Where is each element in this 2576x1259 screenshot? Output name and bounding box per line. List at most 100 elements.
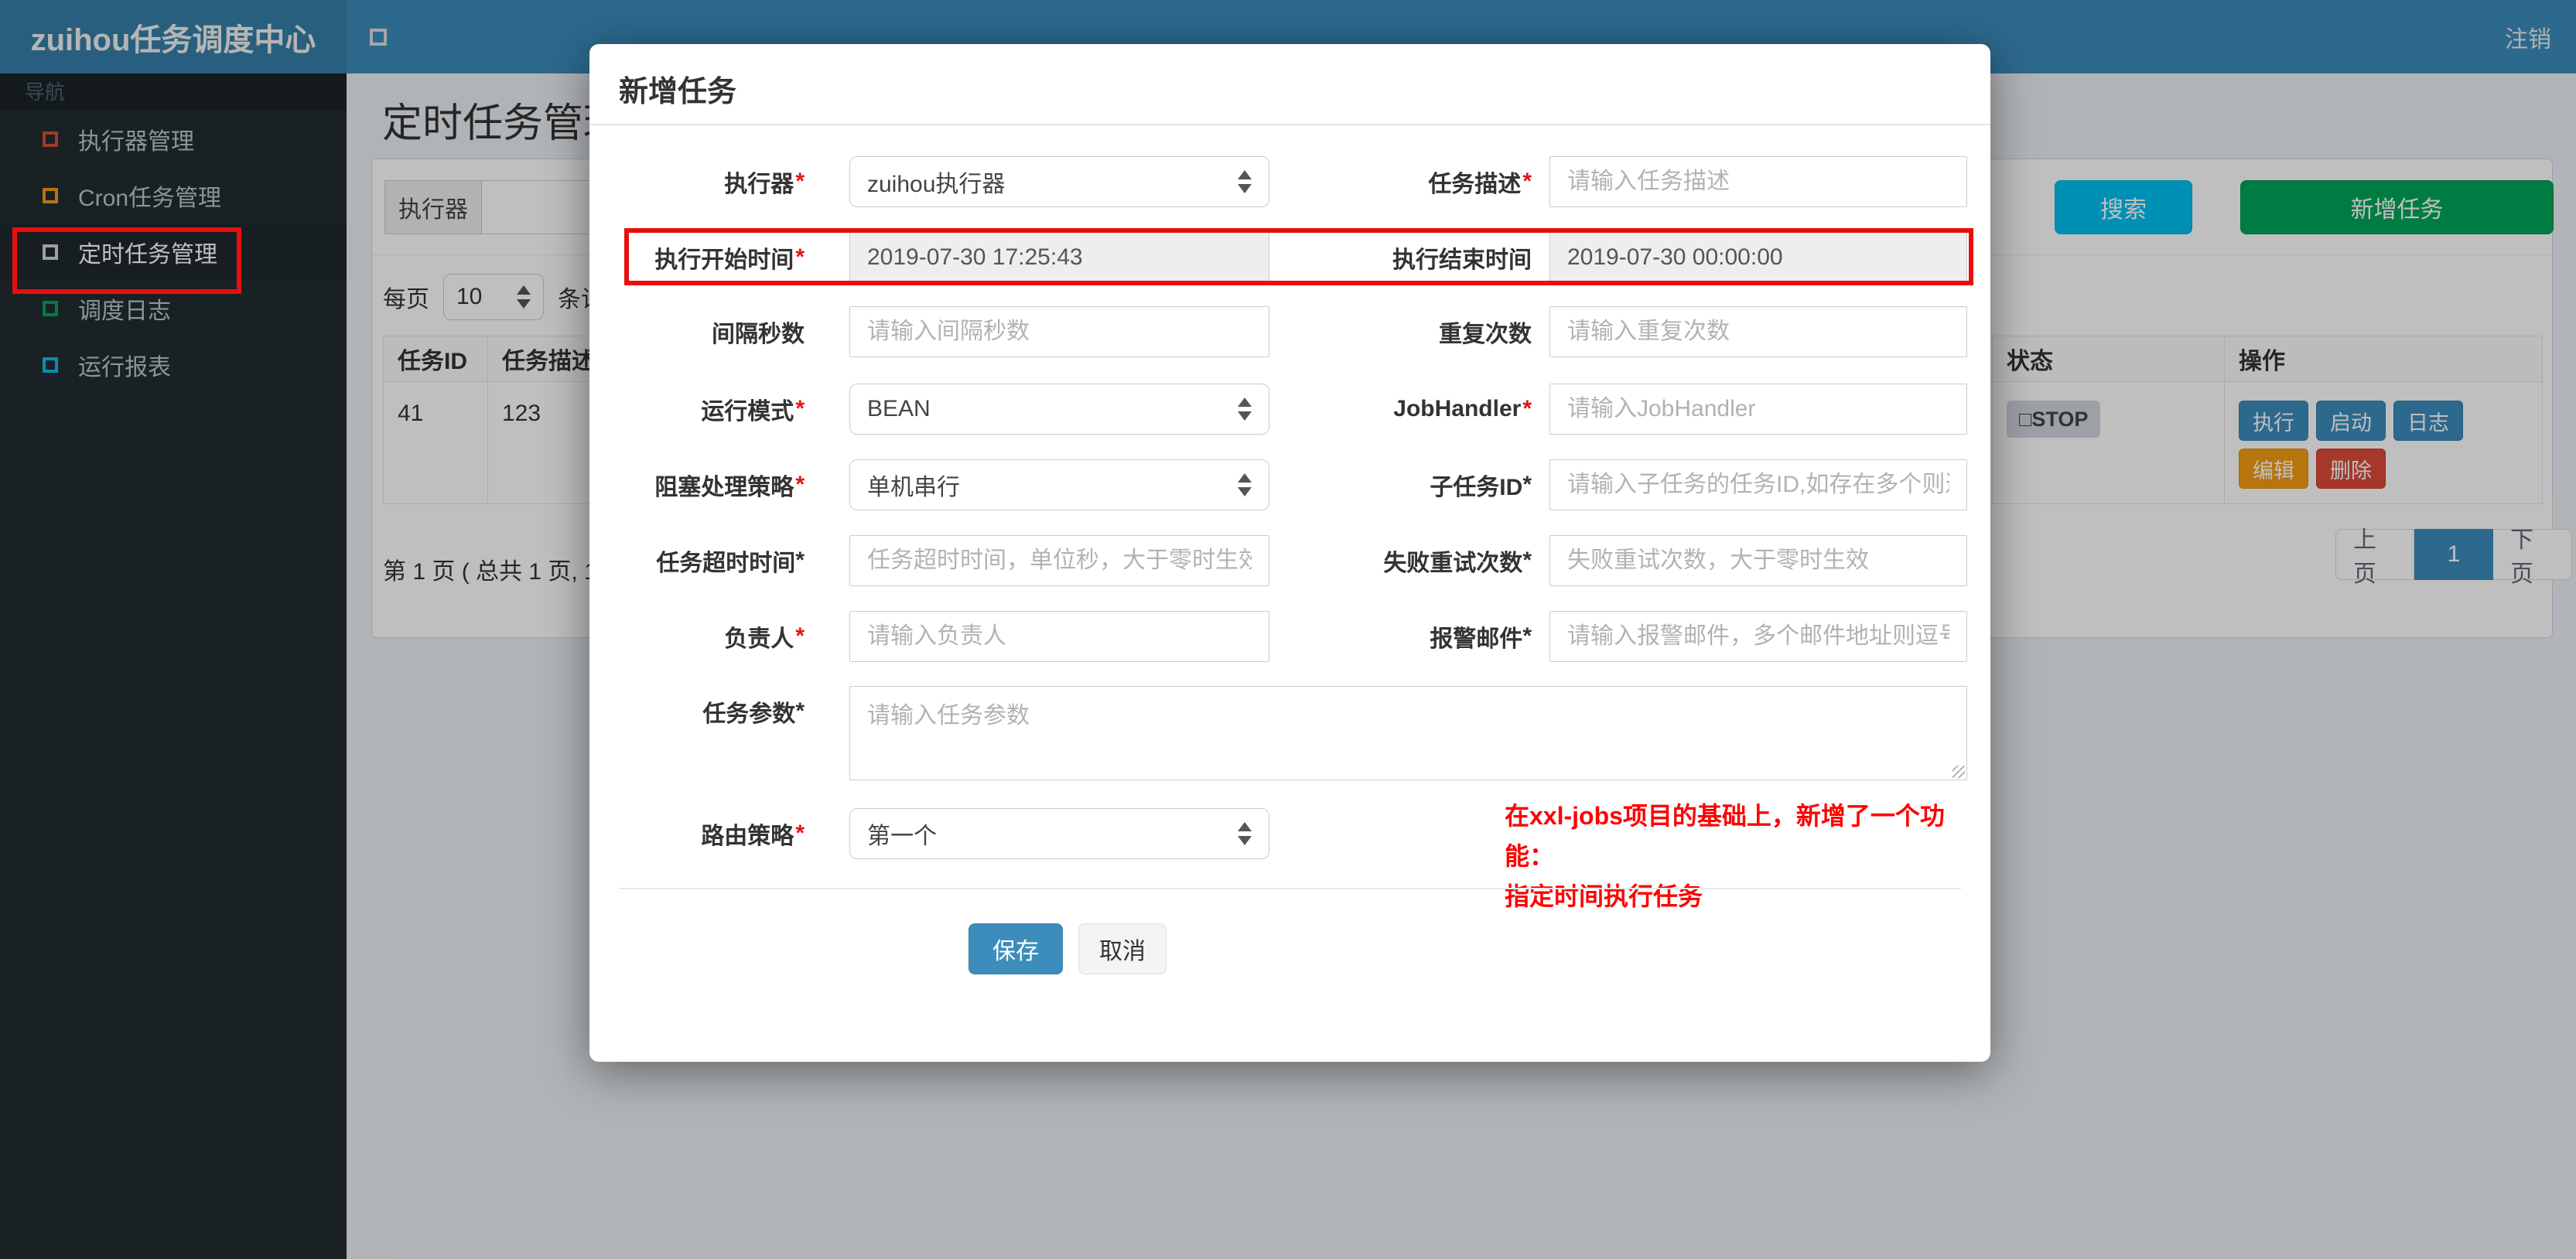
子任务ID-input[interactable] <box>1549 459 1967 510</box>
field-label: 任务超时时间 * <box>589 535 805 586</box>
报警邮件-input[interactable] <box>1549 611 1967 662</box>
field-control <box>849 611 1269 662</box>
field-control: 第一个 <box>849 808 1269 859</box>
field-control <box>849 686 1967 780</box>
resize-grip-icon[interactable] <box>1952 766 1965 778</box>
field-label-text: 子任务ID <box>1430 475 1523 500</box>
required-asterisk: * <box>795 244 805 270</box>
required-asterisk: * <box>1522 623 1532 649</box>
field-label: 负责人 * <box>589 611 805 662</box>
add-task-modal: 新增任务 执行器*zuihou执行器任务描述*执行开始时间*2019-07-30… <box>589 44 1990 1062</box>
任务超时时间-input[interactable] <box>849 535 1269 586</box>
任务参数-textarea[interactable] <box>849 686 1967 780</box>
重复次数-input[interactable] <box>1549 306 1967 357</box>
阻塞处理策略-select[interactable]: 单机串行 <box>849 459 1269 510</box>
field-label-text: 阻塞处理策略 <box>654 475 794 500</box>
field-control: BEAN <box>849 384 1269 435</box>
form-row: 任务参数 * <box>589 686 1990 780</box>
执行开始时间-readonly-input[interactable]: 2019-07-30 17:25:43 <box>849 232 1269 283</box>
field-label: 重复次数 <box>1286 306 1532 357</box>
field-label: 路由策略 * <box>589 808 805 859</box>
select-value: 单机串行 <box>867 475 960 500</box>
field-label: 报警邮件 * <box>1286 611 1532 662</box>
select-arrows-icon <box>1238 397 1252 421</box>
form-row: 负责人*报警邮件* <box>589 611 1990 662</box>
field-label: 执行结束时间 <box>1286 232 1532 283</box>
负责人-input[interactable] <box>849 611 1269 662</box>
执行结束时间-readonly-input[interactable]: 2019-07-30 00:00:00 <box>1549 232 1967 283</box>
field-control <box>1549 535 1967 586</box>
select-arrows-icon <box>1238 170 1252 193</box>
modal-header: 新增任务 <box>589 44 1990 125</box>
field-label-text: 执行结束时间 <box>1392 247 1532 273</box>
required-asterisk: * <box>795 548 805 573</box>
form-row: 运行模式 * BEAN JobHandler * <box>589 384 1990 435</box>
field-label: JobHandler * <box>1286 384 1532 435</box>
form-row: 阻塞处理策略 * 单机串行 子任务ID * <box>589 459 1990 510</box>
readonly-value: 2019-07-30 00:00:00 <box>1567 244 1783 270</box>
required-asterisk: * <box>795 472 805 497</box>
field-label: 任务描述 * <box>1286 156 1532 207</box>
required-asterisk: * <box>795 821 805 846</box>
field-label-text: 负责人 <box>724 626 794 652</box>
field-label: 运行模式 * <box>589 384 805 435</box>
失败重试次数-input[interactable] <box>1549 535 1967 586</box>
select-arrows-icon <box>1238 473 1252 496</box>
field-control <box>1549 611 1967 662</box>
field-label-text: 重复次数 <box>1439 322 1532 347</box>
field-label: 执行开始时间 * <box>589 232 805 283</box>
field-label-text: 执行器 <box>724 172 794 197</box>
required-asterisk: * <box>795 623 805 649</box>
modal-title: 新增任务 <box>619 76 737 108</box>
field-control: 2019-07-30 17:25:43 <box>849 232 1269 283</box>
select-value: zuihou执行器 <box>867 172 1006 197</box>
field-control <box>1549 459 1967 510</box>
select-arrows-icon <box>1238 822 1252 845</box>
field-label-text: JobHandler <box>1393 396 1522 421</box>
field-label-text: 执行开始时间 <box>654 247 794 273</box>
form-row-time-range: 执行开始时间 * 2019-07-30 17:25:43 执行结束时间 2019-07-… <box>589 232 1990 283</box>
field-label-text: 任务超时时间 <box>656 551 796 576</box>
form-row: 任务超时时间*失败重试次数* <box>589 535 1990 586</box>
field-label-text: 失败重试次数 <box>1383 551 1523 576</box>
cancel-button[interactable]: 取消 <box>1078 923 1167 974</box>
required-asterisk: * <box>795 396 805 421</box>
field-control <box>849 535 1269 586</box>
annotation-note-text: 在xxl-jobs项目的基础上，新增了一个功能： 指定时间执行任务 <box>1505 796 1990 916</box>
field-control <box>1549 306 1967 357</box>
required-asterisk: * <box>1522 472 1532 497</box>
field-label: 阻塞处理策略 * <box>589 459 805 510</box>
间隔秒数-input[interactable] <box>849 306 1269 357</box>
field-label: 任务参数 * <box>589 686 805 737</box>
annotation-note-line: 指定时间执行任务 <box>1505 882 1703 910</box>
save-button[interactable]: 保存 <box>969 923 1063 974</box>
select-value: BEAN <box>867 396 931 421</box>
执行器-select[interactable]: zuihou执行器 <box>849 156 1269 207</box>
form-row: 间隔秒数 重复次数 <box>589 306 1990 357</box>
field-label-text: 运行模式 <box>701 399 794 425</box>
field-label: 失败重试次数 * <box>1286 535 1532 586</box>
required-asterisk: * <box>795 169 805 194</box>
field-label-text: 报警邮件 <box>1430 626 1523 652</box>
任务描述-input[interactable] <box>1549 156 1967 207</box>
field-label-text: 间隔秒数 <box>712 322 805 347</box>
select-value: 第一个 <box>867 824 937 849</box>
annotation-note-line: 在xxl-jobs项目的基础上，新增了一个功能： <box>1505 802 1945 870</box>
field-control <box>1549 156 1967 207</box>
运行模式-select[interactable]: BEAN <box>849 384 1269 435</box>
路由策略-select[interactable]: 第一个 <box>849 808 1269 859</box>
required-asterisk: * <box>795 698 805 724</box>
required-asterisk: * <box>1522 548 1532 573</box>
field-control <box>849 306 1269 357</box>
field-control: zuihou执行器 <box>849 156 1269 207</box>
required-asterisk: * <box>1522 169 1532 194</box>
JobHandler-input[interactable] <box>1549 384 1967 435</box>
form-row: 执行器 * zuihou执行器 任务描述 * <box>589 156 1990 207</box>
field-control: 单机串行 <box>849 459 1269 510</box>
readonly-value: 2019-07-30 17:25:43 <box>867 244 1083 270</box>
field-label-text: 任务参数 <box>702 701 796 727</box>
field-label-text: 任务描述 <box>1428 172 1522 197</box>
required-asterisk: * <box>1522 396 1532 421</box>
app-root: zuihou任务调度中心 注销 导航 执行器管理 Cron任务管理 定时任务管理 调度… <box>0 0 2576 1259</box>
modal-footer: 保存 取消 <box>969 923 1167 974</box>
